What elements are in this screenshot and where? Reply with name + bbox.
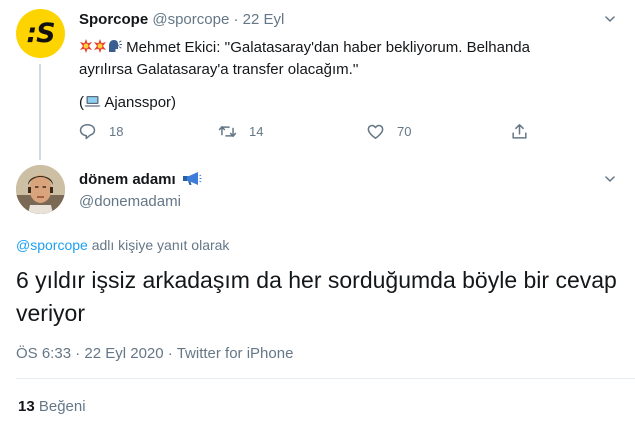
tweet-actions: 18 14 70 [78,122,538,144]
share-button[interactable] [510,122,529,141]
likes-count: 13 [18,398,35,415]
divider [16,378,635,379]
retweet-count: 14 [249,124,264,139]
original-tweet: :S Sporcope @sporcope · 22 Eyl Mehmet Ek… [0,0,635,160]
chevron-down-icon[interactable] [605,174,615,184]
speaking-head-icon [107,39,123,55]
like-button[interactable]: 70 [366,122,411,141]
reply-tweet: dönem adamı @donemadami @sporcope adlı k… [0,160,635,433]
likes-stat[interactable]: 13 Beğeni [18,398,86,415]
tweet-meta: ÖS 6:33 · 22 Eyl 2020 · Twitter for iPho… [16,345,293,362]
source-name: Ajansspor) [104,94,177,111]
tweet-full-date[interactable]: 22 Eyl 2020 [84,345,163,362]
header-separator: · [233,11,239,28]
thread-line [39,64,41,160]
sporcope-logo: :S [26,18,55,49]
reply-author-name-row: dönem adamı [79,171,202,190]
tweet-via[interactable]: Twitter for iPhone [177,345,294,362]
tweet-text-line1: Mehmet Ekici: ''Galatasaray'dan haber be… [126,39,530,56]
replying-to: @sporcope adlı kişiye yanıt olarak [16,237,229,253]
retweet-button[interactable]: 14 [218,122,263,141]
reply-author-handle[interactable]: @donemadami [79,193,181,210]
replying-to-suffix: adlı kişiye yanıt olarak [91,237,230,253]
megaphone-icon [182,171,202,190]
tweet-time[interactable]: ÖS 6:33 [16,345,71,362]
meta-separator: · [75,345,81,362]
donemadami-avatar[interactable] [16,165,65,214]
collision-icon [79,39,93,55]
collision-icon [93,39,107,55]
reply-icon [79,124,96,140]
tweet-text: Mehmet Ekici: ''Galatasaray'dan haber be… [79,37,599,81]
heart-icon [367,124,384,139]
meta-separator: · [167,345,173,362]
reply-button[interactable]: 18 [78,122,123,141]
laptop-icon [84,95,101,110]
retweet-icon [218,125,237,138]
tweet-text-line2: ayrılırsa Galatasaray'a transfer olacağı… [79,61,359,78]
likes-label: Beğeni [38,398,86,415]
sporcope-avatar[interactable]: :S [16,9,65,58]
reply-author-name[interactable]: dönem adamı [79,171,176,188]
author-name[interactable]: Sporcope [79,11,148,28]
tweet-date[interactable]: 22 Eyl [243,11,285,28]
reply-text: 6 yıldır işsiz arkadaşım da her sorduğum… [16,267,617,326]
tweet-header: Sporcope @sporcope · 22 Eyl [79,11,284,28]
replying-to-link[interactable]: @sporcope [16,237,88,253]
like-count: 70 [397,124,412,139]
author-handle[interactable]: @sporcope [152,11,229,28]
chevron-down-icon[interactable] [605,14,615,24]
reply-count: 18 [109,124,124,139]
tweet-source: ( Ajansspor) [79,94,176,111]
share-icon [512,124,527,139]
